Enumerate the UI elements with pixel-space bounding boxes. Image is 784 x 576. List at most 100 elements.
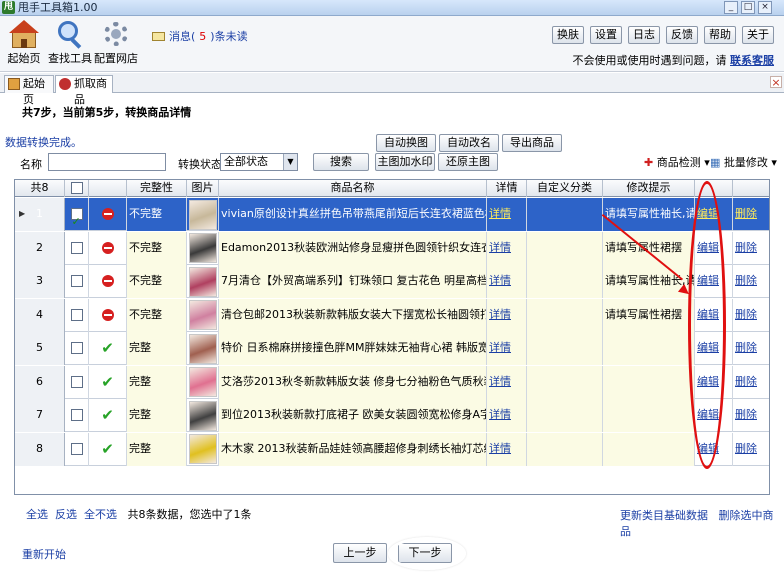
custom-category-cell[interactable] <box>527 399 603 432</box>
skin-button[interactable]: 换肤 <box>552 26 584 44</box>
grid-cell <box>187 231 219 265</box>
title-bar: 甩 甩手工具箱1.00 _ □ × <box>0 0 784 16</box>
detail-link[interactable]: 详情 <box>489 375 511 388</box>
table-row[interactable]: 6✔完整艾洛莎2013秋冬新款韩版女装 修身七分袖粉色气质秋装连衣...详情编辑… <box>15 365 769 399</box>
tool-home[interactable]: 起始页 <box>6 20 42 66</box>
grid-cell: 详情 <box>487 231 527 265</box>
detail-link[interactable]: 详情 <box>489 241 511 254</box>
select-all-checkbox[interactable] <box>70 182 83 194</box>
table-row[interactable]: ▶1不完整vivian原创设计真丝拼色吊带燕尾前短后长连衣裙蓝色柠檬黄2...详… <box>15 198 769 231</box>
close-tab-icon[interactable]: × <box>770 76 782 88</box>
row-number-text: 1 <box>36 207 43 220</box>
custom-category-cell[interactable] <box>527 432 603 466</box>
table-row[interactable]: 5✔完整特价 日系棉麻拼接撞色胖MM胖妹妹无袖背心裙 韩版宽松大码...详情编辑… <box>15 332 769 365</box>
tab-grab-products[interactable]: 抓取商品 <box>55 75 113 106</box>
delete-link[interactable]: 删除 <box>735 408 757 421</box>
table-row[interactable]: 8✔完整木木家 2013秋装新品娃娃领高腰超修身刺绣长袖灯芯绒连衣裙详情编辑删除 <box>15 432 769 466</box>
row-checkbox[interactable] <box>70 442 83 455</box>
row-checkbox[interactable] <box>70 275 83 287</box>
delete-link[interactable]: 删除 <box>735 442 757 455</box>
tab-home[interactable]: 起始页 <box>4 75 54 106</box>
detail-link[interactable]: 详情 <box>489 207 511 220</box>
maximize-button[interactable]: □ <box>741 1 755 14</box>
detail-link[interactable]: 详情 <box>489 308 511 321</box>
product-thumbnail[interactable] <box>188 400 217 431</box>
close-window-button[interactable]: × <box>758 1 772 14</box>
tab-label: 起始页 <box>23 77 45 106</box>
custom-category-cell[interactable] <box>527 265 603 298</box>
grid-cell <box>65 399 89 432</box>
error-icon <box>101 308 114 321</box>
status-message: 数据转换完成。 <box>5 136 82 149</box>
message-link[interactable]: 消息(5)条未读 <box>152 28 248 44</box>
detail-link[interactable]: 详情 <box>489 442 511 455</box>
custom-category-cell[interactable] <box>527 298 603 332</box>
table-row[interactable]: 7✔完整到位2013秋装新款打底裙子 欧美女装圆领宽松修身A字裙连衣...详情编… <box>15 399 769 432</box>
watermark-button[interactable]: 主图加水印 <box>375 153 435 171</box>
product-thumbnail[interactable] <box>188 434 217 464</box>
detail-link[interactable]: 详情 <box>489 408 511 421</box>
product-name-cell: Edamon2013秋装欧洲站修身显瘦拼色圆领针织女连衣裙1580... <box>219 231 487 265</box>
delete-link[interactable]: 删除 <box>735 375 757 388</box>
product-thumbnail[interactable] <box>188 333 217 364</box>
feedback-button[interactable]: 反馈 <box>666 26 698 44</box>
help-button[interactable]: 帮助 <box>704 26 736 44</box>
custom-category-cell[interactable] <box>527 231 603 265</box>
row-checkbox[interactable] <box>70 342 83 354</box>
table-row[interactable]: 3不完整7月清仓【外贸高端系列】钉珠领口 复古花色 明星高档大牌连...详情请填… <box>15 265 769 298</box>
tool-find[interactable]: 查找工具 <box>48 20 92 66</box>
detail-link[interactable]: 详情 <box>489 341 511 354</box>
minimize-button[interactable]: _ <box>724 1 738 14</box>
grid-header: 共8 完整性 图片 商品名称 详情 自定义分类 修改提示 <box>15 180 769 197</box>
row-checkbox[interactable] <box>70 206 83 231</box>
custom-category-cell[interactable] <box>527 198 603 231</box>
header-check[interactable] <box>65 180 89 197</box>
product-thumbnail[interactable] <box>188 300 217 330</box>
select-all-link[interactable]: 全选 <box>26 508 48 521</box>
checkmark-icon: ✔ <box>101 439 114 458</box>
row-checkbox[interactable] <box>70 409 83 421</box>
custom-category-cell[interactable] <box>527 332 603 365</box>
name-input[interactable] <box>48 153 166 171</box>
product-detect-menu[interactable]: ✚ 商品检测 ▾ <box>644 154 710 170</box>
grid-cell: 详情 <box>487 365 527 399</box>
select-none-link[interactable]: 全不选 <box>84 508 117 521</box>
delete-link[interactable]: 删除 <box>735 274 757 287</box>
restart-link[interactable]: 重新开始 <box>22 548 66 561</box>
delete-link[interactable]: 删除 <box>735 341 757 354</box>
grid-cell: 删除 <box>733 232 769 265</box>
row-checkbox[interactable] <box>70 375 83 388</box>
update-category-link[interactable]: 更新类目基础数据 <box>620 509 708 522</box>
product-thumbnail[interactable] <box>188 199 217 230</box>
grid-cell <box>89 198 127 231</box>
status-select[interactable]: 全部状态 ▼ <box>220 153 298 171</box>
auto-replace-image-button[interactable]: 自动换图 <box>376 134 436 152</box>
delete-link[interactable]: 删除 <box>735 207 757 220</box>
header-mark <box>89 180 127 197</box>
table-row[interactable]: 4 不完整清仓包邮2013秋装新款韩版女装大下摆宽松长袖圆领打底裙连...详情 请填… <box>15 298 769 332</box>
grid-cell: 详情 <box>487 198 527 231</box>
product-thumbnail[interactable] <box>188 233 217 263</box>
delete-link[interactable]: 删除 <box>735 241 757 254</box>
settings-button[interactable]: 设置 <box>590 26 622 44</box>
product-thumbnail[interactable] <box>188 367 217 397</box>
delete-link[interactable]: 删除 <box>735 308 757 321</box>
grid-cell: 删除 <box>733 433 769 466</box>
detail-link[interactable]: 详情 <box>489 274 511 287</box>
invert-selection-link[interactable]: 反选 <box>55 508 77 521</box>
contact-support-link[interactable]: 联系客服 <box>730 54 774 67</box>
search-button[interactable]: 搜索 <box>313 153 369 171</box>
product-thumbnail[interactable] <box>188 266 217 297</box>
restore-image-button[interactable]: 还原主图 <box>438 153 498 171</box>
row-checkbox[interactable] <box>70 241 83 254</box>
log-button[interactable]: 日志 <box>628 26 660 44</box>
auto-rename-button[interactable]: 自动改名 <box>439 134 499 152</box>
export-products-button[interactable]: 导出商品 <box>502 134 562 152</box>
about-button[interactable]: 关于 <box>742 26 774 44</box>
row-checkbox[interactable] <box>70 308 83 321</box>
hint-cell <box>603 365 695 399</box>
custom-category-cell[interactable] <box>527 365 603 399</box>
prev-step-button[interactable]: 上一步 <box>333 543 387 563</box>
tool-config[interactable]: 配置网店 <box>94 20 138 66</box>
batch-edit-menu[interactable]: ▦ 批量修改 ▾ <box>710 154 777 170</box>
